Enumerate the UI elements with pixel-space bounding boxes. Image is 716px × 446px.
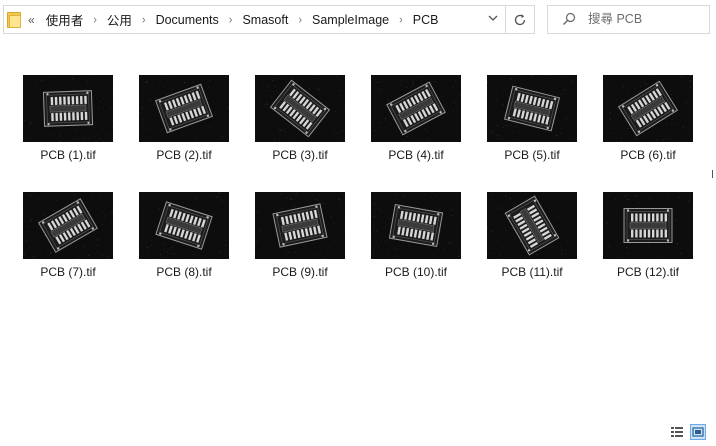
file-thumbnail: [23, 75, 113, 142]
file-name: PCB (5).tif: [504, 148, 560, 162]
file-thumbnail: [139, 75, 229, 142]
file-name: PCB (8).tif: [156, 265, 212, 279]
file-name: PCB (1).tif: [40, 148, 96, 162]
file-item[interactable]: PCB (3).tif: [250, 75, 350, 181]
file-name: PCB (9).tif: [272, 265, 328, 279]
file-item[interactable]: PCB (9).tif: [250, 192, 350, 298]
file-item[interactable]: PCB (11).tif: [482, 192, 582, 298]
file-name: PCB (7).tif: [40, 265, 96, 279]
file-item[interactable]: PCB (4).tif: [366, 75, 466, 181]
file-thumbnail: [255, 192, 345, 259]
file-thumbnail: [371, 75, 461, 142]
scrollbar-edge[interactable]: [712, 170, 716, 178]
file-item[interactable]: PCB (10).tif: [366, 192, 466, 298]
file-name: PCB (3).tif: [272, 148, 328, 162]
file-item[interactable]: PCB (8).tif: [134, 192, 234, 298]
file-name: PCB (10).tif: [384, 265, 447, 279]
details-view-button[interactable]: [669, 424, 685, 440]
file-thumbnail: [487, 192, 577, 259]
file-thumbnail: [603, 192, 693, 259]
file-item[interactable]: PCB (2).tif: [134, 75, 234, 181]
file-name: PCB (4).tif: [388, 148, 444, 162]
file-name: PCB (6).tif: [620, 148, 676, 162]
file-name: PCB (12).tif: [616, 265, 679, 279]
file-thumbnail: [139, 192, 229, 259]
file-list: PCB (1).tif PCB (2).tif PCB (3).tif PCB (4)…: [0, 0, 716, 420]
file-item[interactable]: PCB (6).tif: [598, 75, 698, 181]
file-item[interactable]: PCB (5).tif: [482, 75, 582, 181]
file-thumbnail: [487, 75, 577, 142]
file-thumbnail: [603, 75, 693, 142]
file-thumbnail: [371, 192, 461, 259]
file-name: PCB (2).tif: [156, 148, 212, 162]
large-icons-view-icon: [692, 427, 704, 437]
file-thumbnail: [23, 192, 113, 259]
file-item[interactable]: PCB (12).tif: [598, 192, 698, 298]
large-icons-view-button[interactable]: [690, 424, 706, 440]
file-item[interactable]: PCB (7).tif: [18, 192, 118, 298]
details-view-icon: [671, 427, 683, 437]
file-thumbnail: [255, 75, 345, 142]
file-name: PCB (11).tif: [501, 265, 563, 279]
file-item[interactable]: PCB (1).tif: [18, 75, 118, 181]
